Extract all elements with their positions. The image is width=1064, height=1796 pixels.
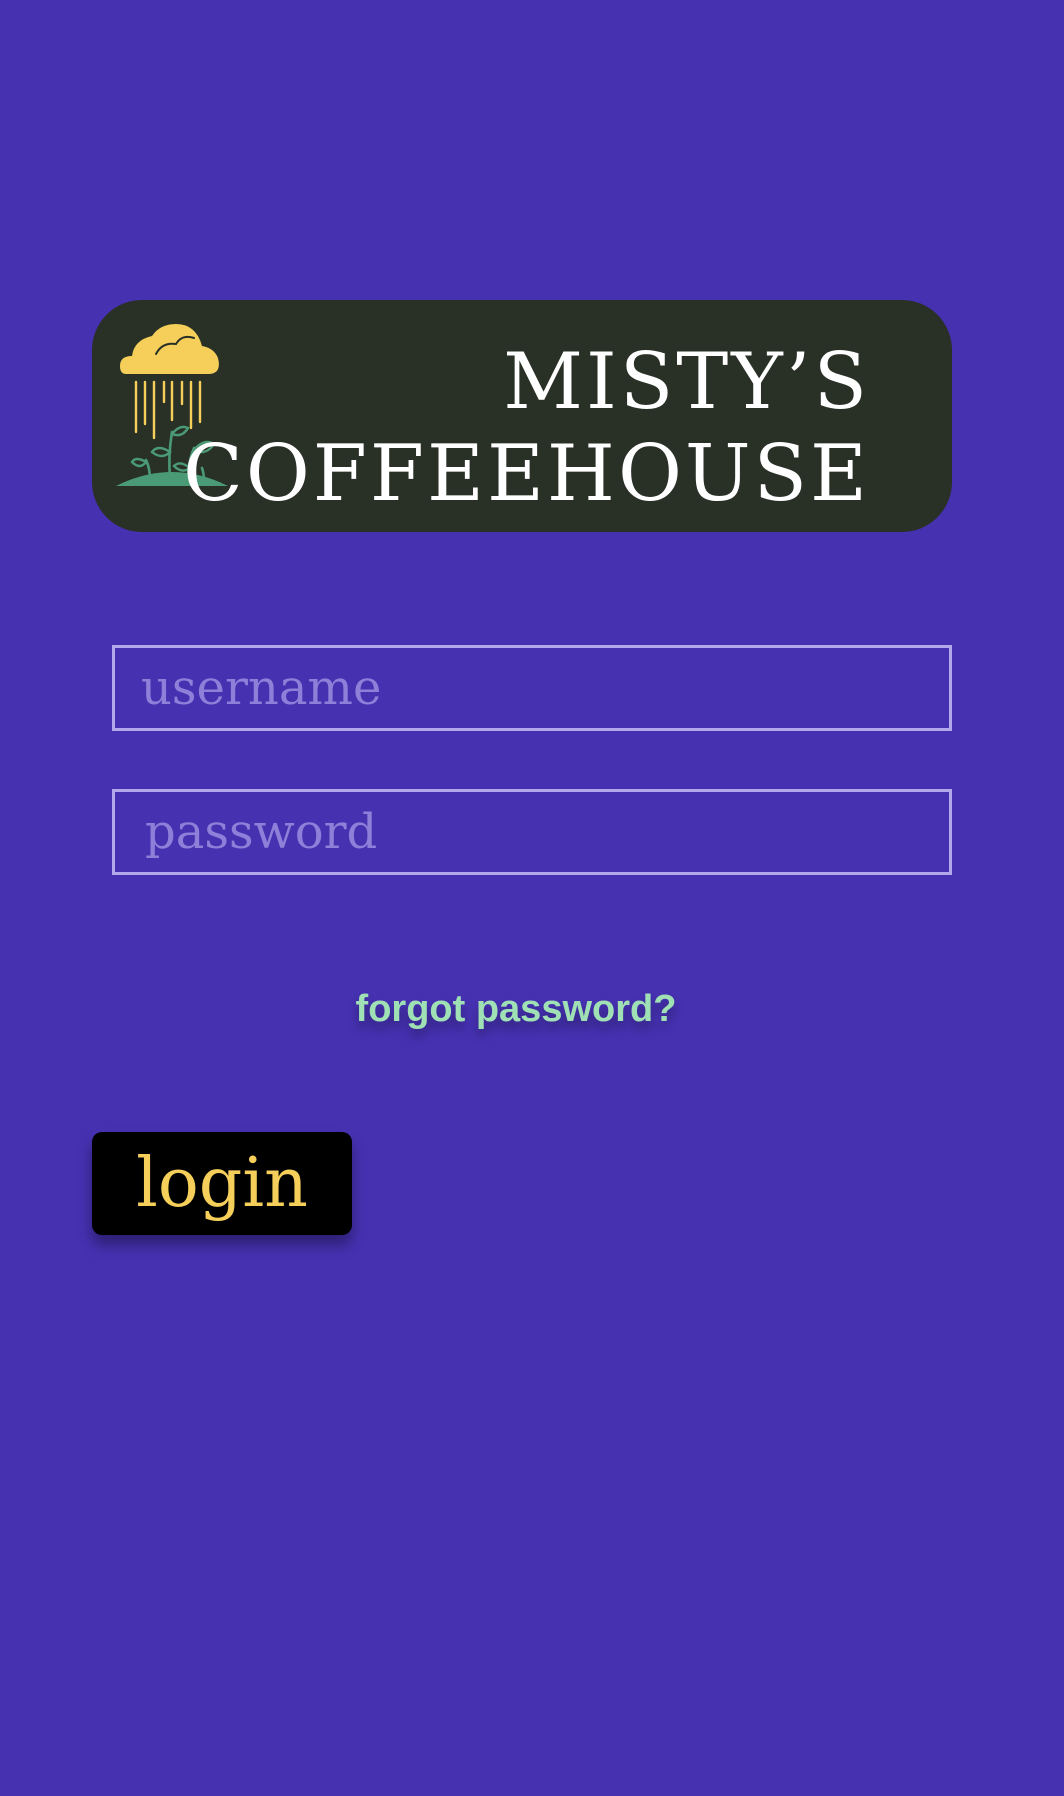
forgot-password-link[interactable]: forgot password?: [0, 988, 1032, 1031]
logo-banner: MISTY’S COFFEEHOUSE: [92, 300, 952, 532]
brand-title-line-1: MISTY’S: [503, 337, 870, 427]
password-input[interactable]: [112, 789, 952, 875]
brand-title-line-2: COFFEEHOUSE: [183, 429, 870, 519]
username-input[interactable]: [112, 645, 952, 731]
brand-title: MISTY’S COFFEEHOUSE: [183, 336, 870, 520]
login-button[interactable]: login: [92, 1132, 352, 1235]
